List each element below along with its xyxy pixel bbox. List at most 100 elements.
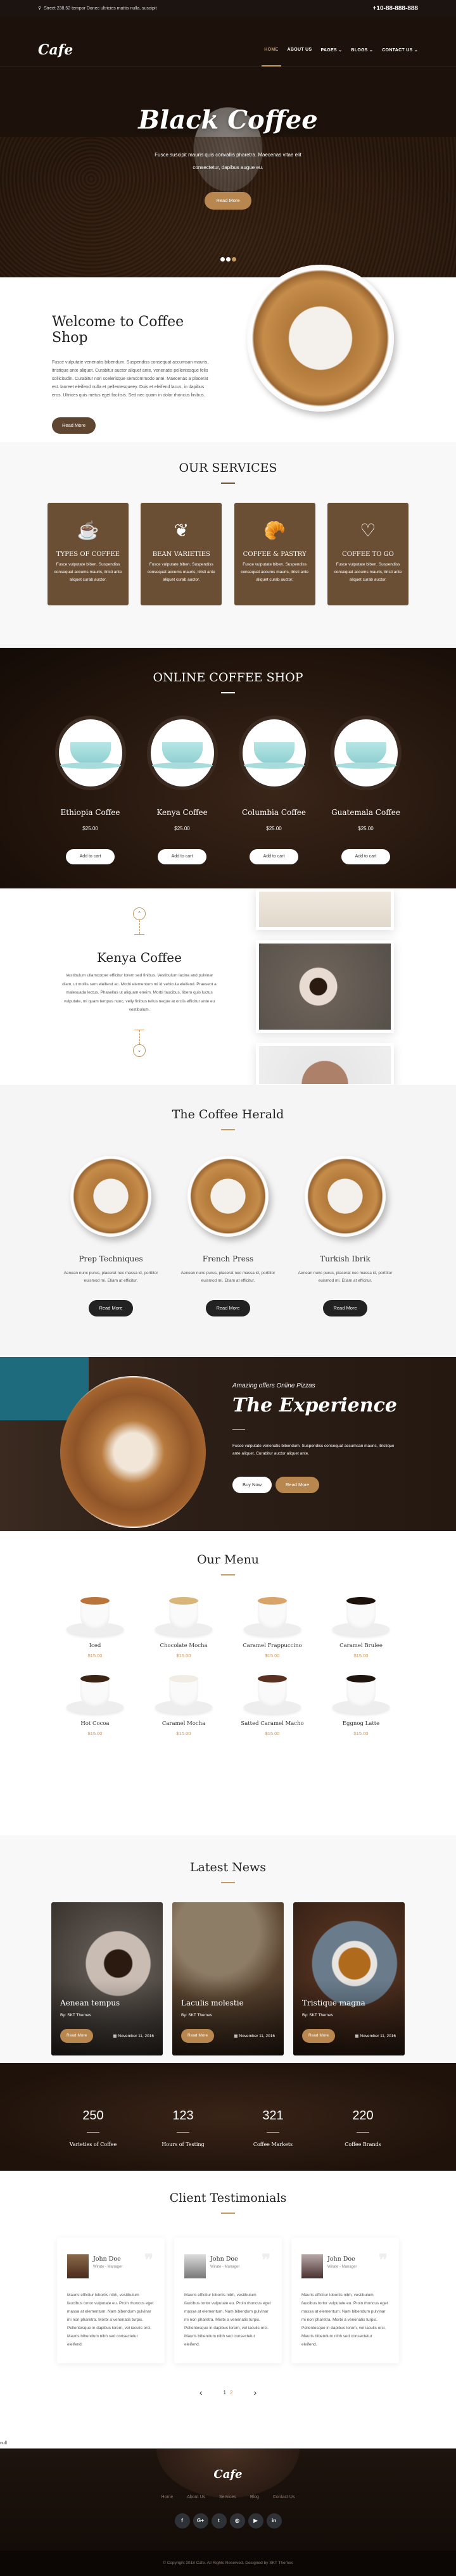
google-plus-icon[interactable]: G+ — [193, 2513, 208, 2529]
footer-logo[interactable]: Cafe — [0, 2468, 456, 2481]
nav-item-label: HOME — [264, 47, 279, 52]
map-marker-icon: ⚲ — [38, 6, 42, 11]
page-2-current[interactable]: 2 — [230, 2390, 232, 2396]
service-card[interactable]: 🥐 COFFEE & PASTRY Fusce vulputate biben.… — [234, 503, 315, 605]
menu-item-name: Iced — [89, 1643, 101, 1649]
product-name[interactable]: Guatemala Coffee — [328, 808, 404, 817]
title-divider — [221, 692, 235, 693]
menu-item[interactable]: Caramel Frappuccino $15.00 — [228, 1593, 317, 1658]
stat-item: 250 Varieties of Coffee — [48, 2109, 138, 2171]
footer-link-contact-us[interactable]: Contact Us — [273, 2495, 295, 2499]
hero-read-more-button[interactable]: Read More — [205, 192, 251, 210]
testimonial-name: John Doe — [210, 2256, 238, 2263]
news-read-more-button[interactable]: Read More — [60, 2029, 94, 2043]
service-title: COFFEE TO GO — [342, 551, 394, 558]
product-image[interactable] — [54, 716, 126, 790]
add-to-cart-button[interactable]: Add to cart — [65, 849, 115, 864]
product-name[interactable]: Kenya Coffee — [144, 808, 220, 817]
avatar — [184, 2254, 206, 2278]
slider-dot-active[interactable] — [231, 257, 236, 262]
twitter-icon[interactable]: t — [211, 2513, 227, 2529]
news-title[interactable]: Aenean tempus — [60, 1998, 120, 2007]
product-image[interactable] — [238, 716, 310, 790]
footer-link-services[interactable]: Services — [219, 2495, 236, 2499]
herald-read-more-button[interactable]: Read More — [206, 1300, 250, 1316]
nav-item-home[interactable]: HOME — [262, 47, 281, 66]
copyright: © Copyright 2018 Cafe. All Rights Reserv… — [0, 2551, 456, 2576]
quote-icon: ❞ — [144, 2251, 153, 2270]
divider — [357, 2132, 369, 2133]
address-text: Street 238,52 tempor Donec ultricies mat… — [44, 6, 157, 11]
menu-item[interactable]: Eggnog Latte $15.00 — [317, 1671, 405, 1736]
news-read-more-button[interactable]: Read More — [302, 2029, 336, 2043]
youtube-icon[interactable]: ▶ — [248, 2513, 263, 2529]
carousel-image[interactable] — [256, 1043, 394, 1085]
news-card[interactable]: Laculis molestie By: SKT Themes Read Mor… — [172, 1902, 284, 2055]
menu-item[interactable]: Caramel Mocha $15.00 — [139, 1671, 228, 1736]
menu-item[interactable]: Hot Cocoa $15.00 — [51, 1671, 139, 1736]
product-name[interactable]: Ethiopia Coffee — [53, 808, 129, 817]
menu-item[interactable]: Chocolate Mocha $15.00 — [139, 1593, 228, 1658]
next-arrow-icon[interactable]: › — [253, 2387, 256, 2397]
welcome-read-more-button[interactable]: Read More — [52, 417, 96, 434]
nav-item-about-us[interactable]: ABOUT US — [288, 47, 312, 53]
product-card: Ethiopia Coffee $25.00 Add to cart — [53, 716, 129, 864]
menu-item-price: $15.00 — [353, 1653, 369, 1658]
footer-link-blog[interactable]: Blog — [250, 2495, 259, 2499]
instagram-icon[interactable]: ◎ — [229, 2513, 245, 2529]
address: ⚲ Street 238,52 tempor Donec ultricies m… — [38, 6, 156, 11]
product-image[interactable] — [146, 716, 218, 790]
add-to-cart-button[interactable]: Add to cart — [249, 849, 299, 864]
product-name[interactable]: Columbia Coffee — [236, 808, 312, 817]
experience-read-more-button[interactable]: Read More — [276, 1477, 320, 1493]
nav-item-contact-us[interactable]: CONTACT US ⌄ — [382, 47, 418, 53]
nav-item-blogs[interactable]: BLOGS ⌄ — [351, 47, 373, 53]
title-divider — [221, 483, 235, 484]
nav-item-pages[interactable]: PAGES ⌄ — [320, 47, 342, 53]
carousel-image[interactable] — [256, 888, 394, 930]
service-text: Fusce vulputate biben. Suspendiss conseq… — [241, 562, 309, 582]
news-read-more-button[interactable]: Read More — [181, 2029, 215, 2043]
carousel-up-button[interactable]: ⌃ — [133, 907, 146, 920]
news-card[interactable]: Aenean tempus By: SKT Themes Read More ▦… — [51, 1902, 163, 2055]
services-section: OUR SERVICES ☕ TYPES OF COFFEE Fusce vul… — [0, 442, 456, 648]
menu-item[interactable]: Caramel Brulee $15.00 — [317, 1593, 405, 1658]
carousel-image-active[interactable] — [256, 940, 394, 1033]
page-1[interactable]: 1 — [224, 2390, 226, 2396]
herald-read-more-button[interactable]: Read More — [323, 1300, 367, 1316]
facebook-icon[interactable]: f — [174, 2513, 190, 2529]
service-card[interactable]: ❦ BEAN VARIETIES Fusce vulputate biben. … — [141, 503, 222, 605]
phone-number[interactable]: +10-88-888-888 — [373, 5, 418, 12]
menu-item-name: Hot Cocoa — [80, 1720, 110, 1727]
divider — [177, 2132, 189, 2133]
chevron-up-icon: ⌃ — [137, 911, 142, 916]
news-card[interactable]: Tristique magna By: SKT Themes Read More… — [293, 1902, 405, 2055]
testimonial-text: Mauris efficitur lobortis nibh, vestibul… — [184, 2293, 271, 2347]
herald-read-more-button[interactable]: Read More — [89, 1300, 133, 1316]
site-logo[interactable]: Cafe — [38, 42, 73, 58]
buy-now-button[interactable]: Buy Now — [232, 1477, 272, 1493]
nav-item-label: ABOUT US — [287, 47, 312, 52]
footer: Cafe Home About Us Services Blog Contact… — [0, 2448, 456, 2551]
news-title[interactable]: Laculis molestie — [181, 1998, 244, 2007]
slider-dot[interactable] — [225, 257, 231, 262]
menu-item[interactable]: Satted Caramel Macho $15.00 — [228, 1671, 317, 1736]
latte-cup-image — [187, 1156, 269, 1237]
coffee-cup-image — [155, 1671, 212, 1715]
product-image[interactable] — [330, 716, 402, 790]
news-title[interactable]: Tristique magna — [302, 1998, 365, 2007]
prev-arrow-icon[interactable]: ‹ — [200, 2387, 203, 2397]
add-to-cart-button[interactable]: Add to cart — [157, 849, 207, 864]
menu-item[interactable]: Iced $15.00 — [51, 1593, 139, 1658]
service-card[interactable]: ☕ TYPES OF COFFEE Fusce vulputate biben.… — [48, 503, 129, 605]
service-card[interactable]: ♡ COFFEE TO GO Fusce vulputate biben. Su… — [327, 503, 408, 605]
add-to-cart-button[interactable]: Add to cart — [341, 849, 391, 864]
coffee-cup-image — [244, 1671, 301, 1715]
linkedin-icon[interactable]: in — [266, 2513, 282, 2529]
quote-icon: ❞ — [262, 2251, 270, 2270]
news-author: By: SKT Themes — [302, 2013, 333, 2017]
carousel-down-button[interactable]: ⌄ — [133, 1044, 146, 1057]
slider-dot[interactable] — [220, 257, 225, 262]
footer-link-about-us[interactable]: About Us — [187, 2495, 205, 2499]
footer-link-home[interactable]: Home — [162, 2495, 174, 2499]
